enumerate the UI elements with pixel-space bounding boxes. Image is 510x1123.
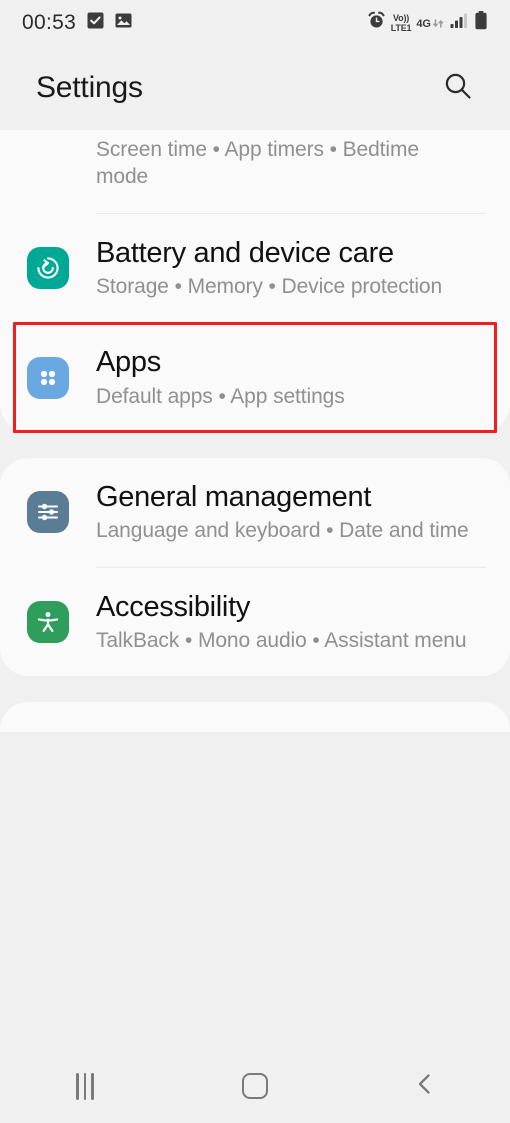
status-bar: 00:53 Vo)) LTE1 4G <box>0 0 510 46</box>
status-time: 00:53 <box>22 11 77 34</box>
checkmark-badge-icon <box>87 12 104 34</box>
volte-icon: Vo)) LTE1 <box>390 12 412 33</box>
home-button[interactable] <box>210 1056 300 1116</box>
general-management-icon-slot <box>0 491 96 534</box>
settings-row-digital-wellbeing[interactable]: Screen time • App timers • Bedtime mode <box>0 130 510 213</box>
settings-row-subtitle: TalkBack • Mono audio • Assistant menu <box>96 628 467 652</box>
settings-row-title: Apps <box>96 346 161 379</box>
recents-button[interactable] <box>40 1056 130 1116</box>
search-icon <box>442 70 474 107</box>
app-header: Settings <box>0 46 510 130</box>
signal-bars-icon <box>450 12 469 34</box>
accessibility-person-icon <box>27 600 69 643</box>
sliders-icon <box>27 491 69 534</box>
accessibility-icon-slot <box>0 600 96 643</box>
settings-row-subtitle: Storage • Memory • Device protection <box>96 274 443 298</box>
search-button[interactable] <box>436 66 480 110</box>
4g-data-icon: 4G <box>416 17 445 30</box>
volte-line-2: LTE1 <box>390 22 412 33</box>
settings-card-wellbeing: Screen time • App timers • Bedtime mode <box>0 130 510 432</box>
recents-icon <box>76 1072 94 1100</box>
settings-row-battery-and-device-care[interactable]: Battery and device care Storage • Memory… <box>0 214 510 323</box>
settings-row-title: General management <box>96 480 372 513</box>
navigation-bar <box>0 1049 510 1123</box>
status-bar-right: Vo)) LTE1 4G <box>367 11 488 35</box>
settings-row-subtitle: Language and keyboard • Date and time <box>96 519 469 543</box>
settings-row-subtitle: Screen time • App timers • Bedtime mode <box>96 138 419 189</box>
status-bar-left: 00:53 <box>22 11 132 35</box>
network-type-label: 4G <box>416 17 431 30</box>
apps-grid-icon <box>27 356 69 399</box>
battery-icon <box>474 11 488 35</box>
back-button[interactable] <box>380 1056 470 1116</box>
home-icon <box>242 1073 268 1099</box>
image-icon <box>115 12 132 34</box>
settings-list[interactable]: Screen time • App timers • Bedtime mode <box>0 130 510 1049</box>
settings-card-system: General management Language and keyboard… <box>0 457 510 677</box>
settings-row-subtitle: Default apps • App settings <box>96 384 345 408</box>
back-icon <box>412 1071 438 1102</box>
device-care-icon-slot <box>0 246 96 289</box>
settings-row-accessibility[interactable]: Accessibility TalkBack • Mono audio • As… <box>0 568 510 677</box>
phone-screen: 00:53 Vo)) LTE1 4G Settings Screen time … <box>0 0 510 1123</box>
page-title: Settings <box>36 71 143 104</box>
volte-line-1: Vo)) <box>393 12 410 23</box>
settings-row-title: Battery and device care <box>96 236 394 269</box>
settings-row-apps[interactable]: Apps Default apps • App settings <box>0 323 510 432</box>
settings-card-next-peek <box>0 702 510 733</box>
data-transfer-arrows-icon <box>433 18 444 28</box>
settings-row-title: Accessibility <box>96 590 251 623</box>
apps-icon-slot <box>0 356 96 399</box>
device-care-icon <box>27 246 69 289</box>
settings-row-general-management[interactable]: General management Language and keyboard… <box>0 458 510 567</box>
alarm-icon <box>367 11 386 35</box>
